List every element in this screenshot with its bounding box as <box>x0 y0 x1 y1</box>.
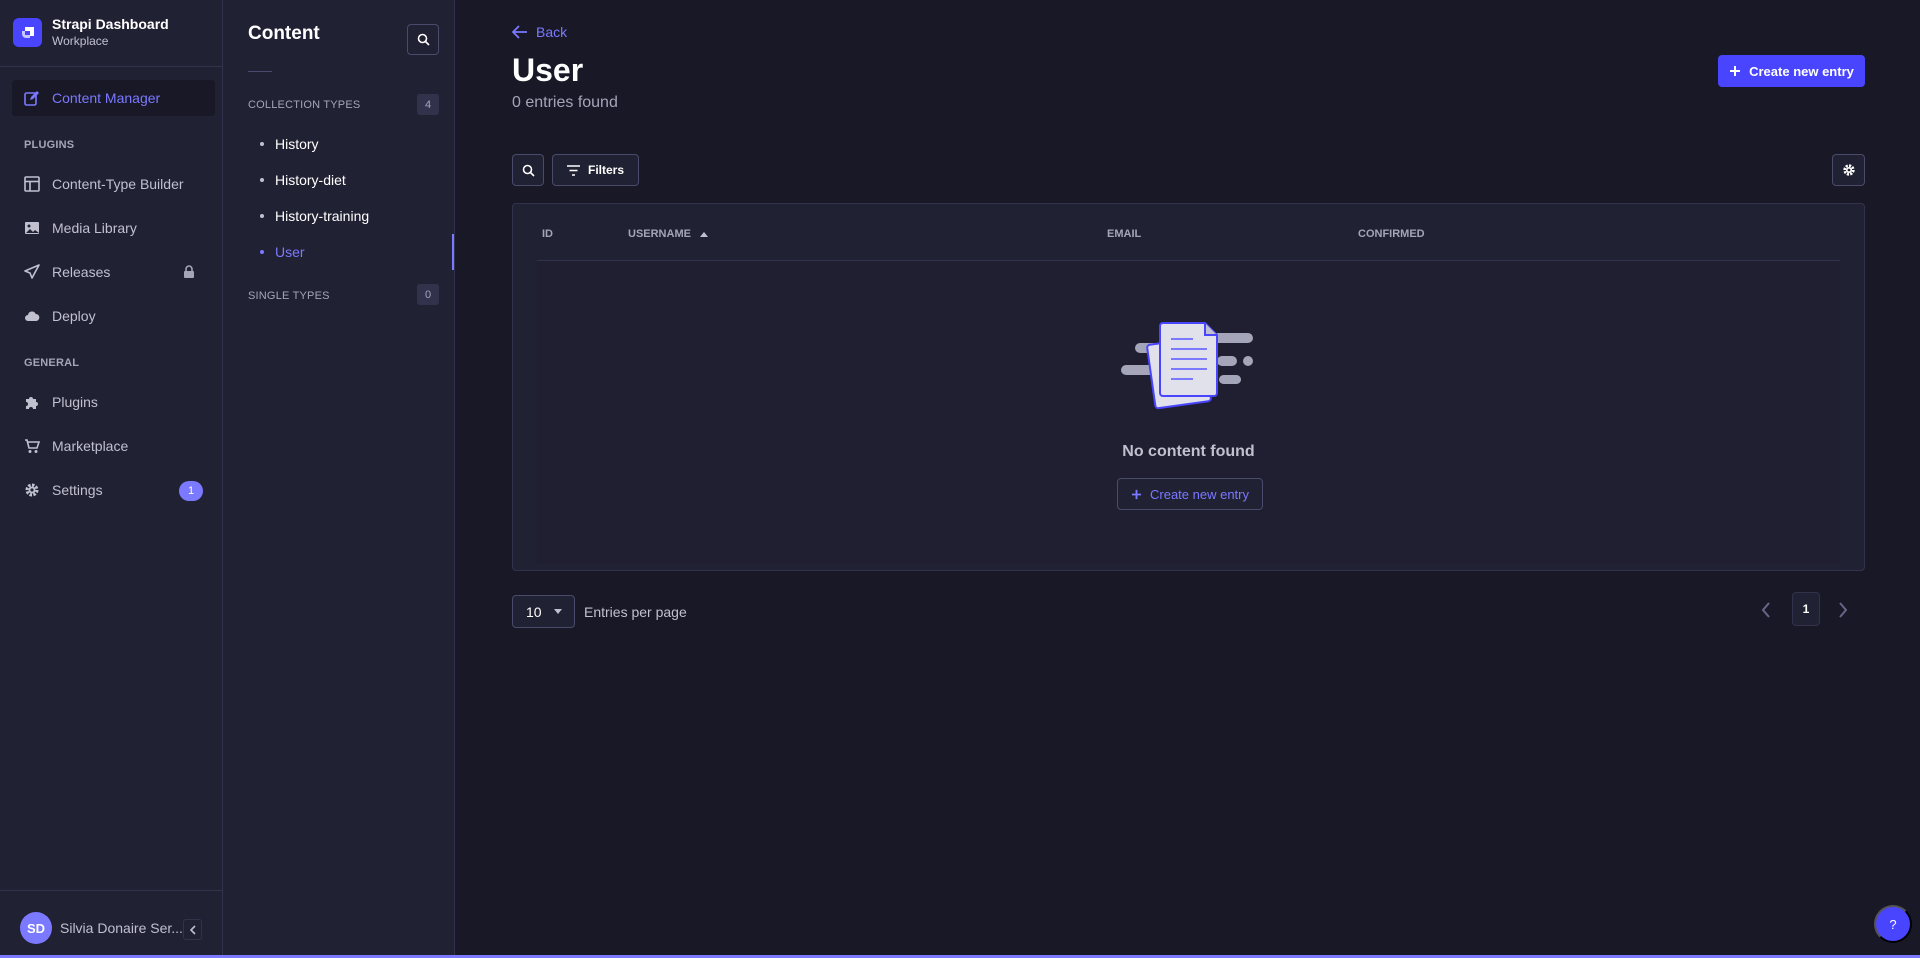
subnav-item-label: History-diet <box>275 172 346 188</box>
page-title: User <box>512 52 584 88</box>
caret-down-icon <box>554 609 562 614</box>
entries-per-page-select[interactable]: 10 <box>512 595 575 628</box>
nav-item-settings[interactable]: Settings 1 <box>12 472 215 508</box>
bullet-icon <box>260 214 264 218</box>
chevron-left-icon <box>189 924 196 935</box>
content-subnav: Content COLLECTION TYPES 4 History Histo… <box>223 0 455 958</box>
plus-icon <box>1729 65 1741 77</box>
active-indicator <box>452 234 454 270</box>
column-header-email[interactable]: EMAIL <box>1107 228 1141 240</box>
filter-icon <box>566 164 580 176</box>
nav-section-plugins: PLUGINS <box>24 139 75 151</box>
nav-item-releases[interactable]: Releases <box>12 254 215 290</box>
bullet-icon <box>260 142 264 146</box>
nav-item-content-type-builder[interactable]: Content-Type Builder <box>12 166 215 202</box>
collection-types-heading: COLLECTION TYPES <box>248 99 361 111</box>
subnav-item-history[interactable]: History <box>260 136 319 152</box>
search-icon <box>417 33 430 46</box>
nav-item-label: Content-Type Builder <box>52 176 184 192</box>
nav-item-label: Marketplace <box>52 438 129 454</box>
user-name: Silvia Donaire Ser... <box>60 920 183 936</box>
help-button[interactable]: ? <box>1874 905 1912 943</box>
brand: Strapi Dashboard Workplace <box>13 16 169 49</box>
nav-divider <box>0 890 222 891</box>
nav-item-label: Content Manager <box>52 90 161 106</box>
bullet-icon <box>260 178 264 182</box>
nav-item-content-manager[interactable]: Content Manager <box>12 80 215 116</box>
create-new-entry-button[interactable]: Create new entry <box>1718 55 1865 87</box>
collapse-nav-button[interactable] <box>183 919 202 940</box>
paper-plane-icon <box>24 264 40 280</box>
empty-state: No content found Create new entry <box>537 261 1840 564</box>
brand-title: Strapi Dashboard <box>52 16 169 32</box>
user-menu[interactable]: SD Silvia Donaire Ser... <box>20 912 183 944</box>
column-header-username[interactable]: USERNAME <box>628 228 708 240</box>
back-link[interactable]: Back <box>512 24 567 40</box>
collection-types-count: 4 <box>417 94 439 115</box>
notification-badge: 1 <box>179 481 203 501</box>
avatar: SD <box>20 912 52 944</box>
entries-table: ID USERNAME EMAIL CONFIRMED No content f… <box>512 203 1865 571</box>
nav-item-label: Releases <box>52 264 111 280</box>
nav-item-label: Deploy <box>52 308 96 324</box>
empty-documents-illustration <box>1121 321 1257 416</box>
empty-state-message: No content found <box>1122 443 1255 460</box>
pencil-icon <box>24 90 40 106</box>
nav-item-marketplace[interactable]: Marketplace <box>12 428 215 464</box>
page-number-button[interactable]: 1 <box>1792 592 1820 626</box>
filters-label: Filters <box>587 163 624 177</box>
per-page-value: 10 <box>526 603 542 620</box>
main-navigation: Strapi Dashboard Workplace Content Manag… <box>0 0 223 958</box>
filters-button[interactable]: Filters <box>552 154 639 186</box>
subnav-item-label: History-training <box>275 208 370 224</box>
subnav-divider <box>248 71 272 72</box>
subnav-item-label: History <box>275 136 319 152</box>
nav-item-label: Settings <box>52 482 103 498</box>
brand-subtitle: Workplace <box>52 34 109 48</box>
sort-ascending-icon <box>699 231 708 237</box>
puzzle-icon <box>24 394 40 410</box>
nav-item-label: Media Library <box>52 220 137 236</box>
cloud-icon <box>24 308 40 324</box>
nav-divider <box>0 66 222 67</box>
plus-icon <box>1131 489 1142 500</box>
column-header-confirmed[interactable]: CONFIRMED <box>1358 228 1425 240</box>
subnav-item-history-diet[interactable]: History-diet <box>260 172 346 188</box>
back-label: Back <box>536 24 568 40</box>
nav-item-label: Plugins <box>52 394 98 410</box>
column-header-id[interactable]: ID <box>542 228 553 240</box>
per-page-label: Entries per page <box>584 604 687 620</box>
arrow-left-icon <box>512 25 528 39</box>
image-icon <box>24 220 40 236</box>
cart-icon <box>24 438 40 454</box>
nav-item-media-library[interactable]: Media Library <box>12 210 215 246</box>
subnav-title: Content <box>248 23 320 44</box>
table-settings-button[interactable] <box>1832 154 1865 186</box>
bullet-icon <box>260 250 264 254</box>
create-new-entry-label: Create new entry <box>1150 486 1249 502</box>
empty-create-entry-button[interactable]: Create new entry <box>1117 478 1263 510</box>
search-button[interactable] <box>512 154 544 186</box>
single-types-heading: SINGLE TYPES <box>248 290 330 302</box>
entries-count: 0 entries found <box>512 94 618 111</box>
next-page-button[interactable] <box>1831 598 1855 622</box>
nav-item-plugins[interactable]: Plugins <box>12 384 215 420</box>
lock-icon <box>183 265 195 281</box>
gear-icon <box>1842 164 1855 176</box>
strapi-logo-icon <box>13 18 42 47</box>
chevron-left-icon <box>1761 602 1770 618</box>
nav-section-general: GENERAL <box>24 357 80 369</box>
gear-icon <box>24 482 40 498</box>
create-new-entry-label: Create new entry <box>1749 63 1854 79</box>
search-icon <box>522 164 535 177</box>
layout-icon <box>24 176 40 192</box>
single-types-count: 0 <box>417 284 439 305</box>
subnav-item-label: User <box>275 244 305 260</box>
subnav-search-button[interactable] <box>407 24 439 55</box>
subnav-item-user[interactable]: User <box>260 244 305 260</box>
previous-page-button[interactable] <box>1754 598 1778 622</box>
nav-item-deploy[interactable]: Deploy <box>12 298 215 334</box>
subnav-item-history-training[interactable]: History-training <box>260 208 369 224</box>
chevron-right-icon <box>1839 602 1848 618</box>
